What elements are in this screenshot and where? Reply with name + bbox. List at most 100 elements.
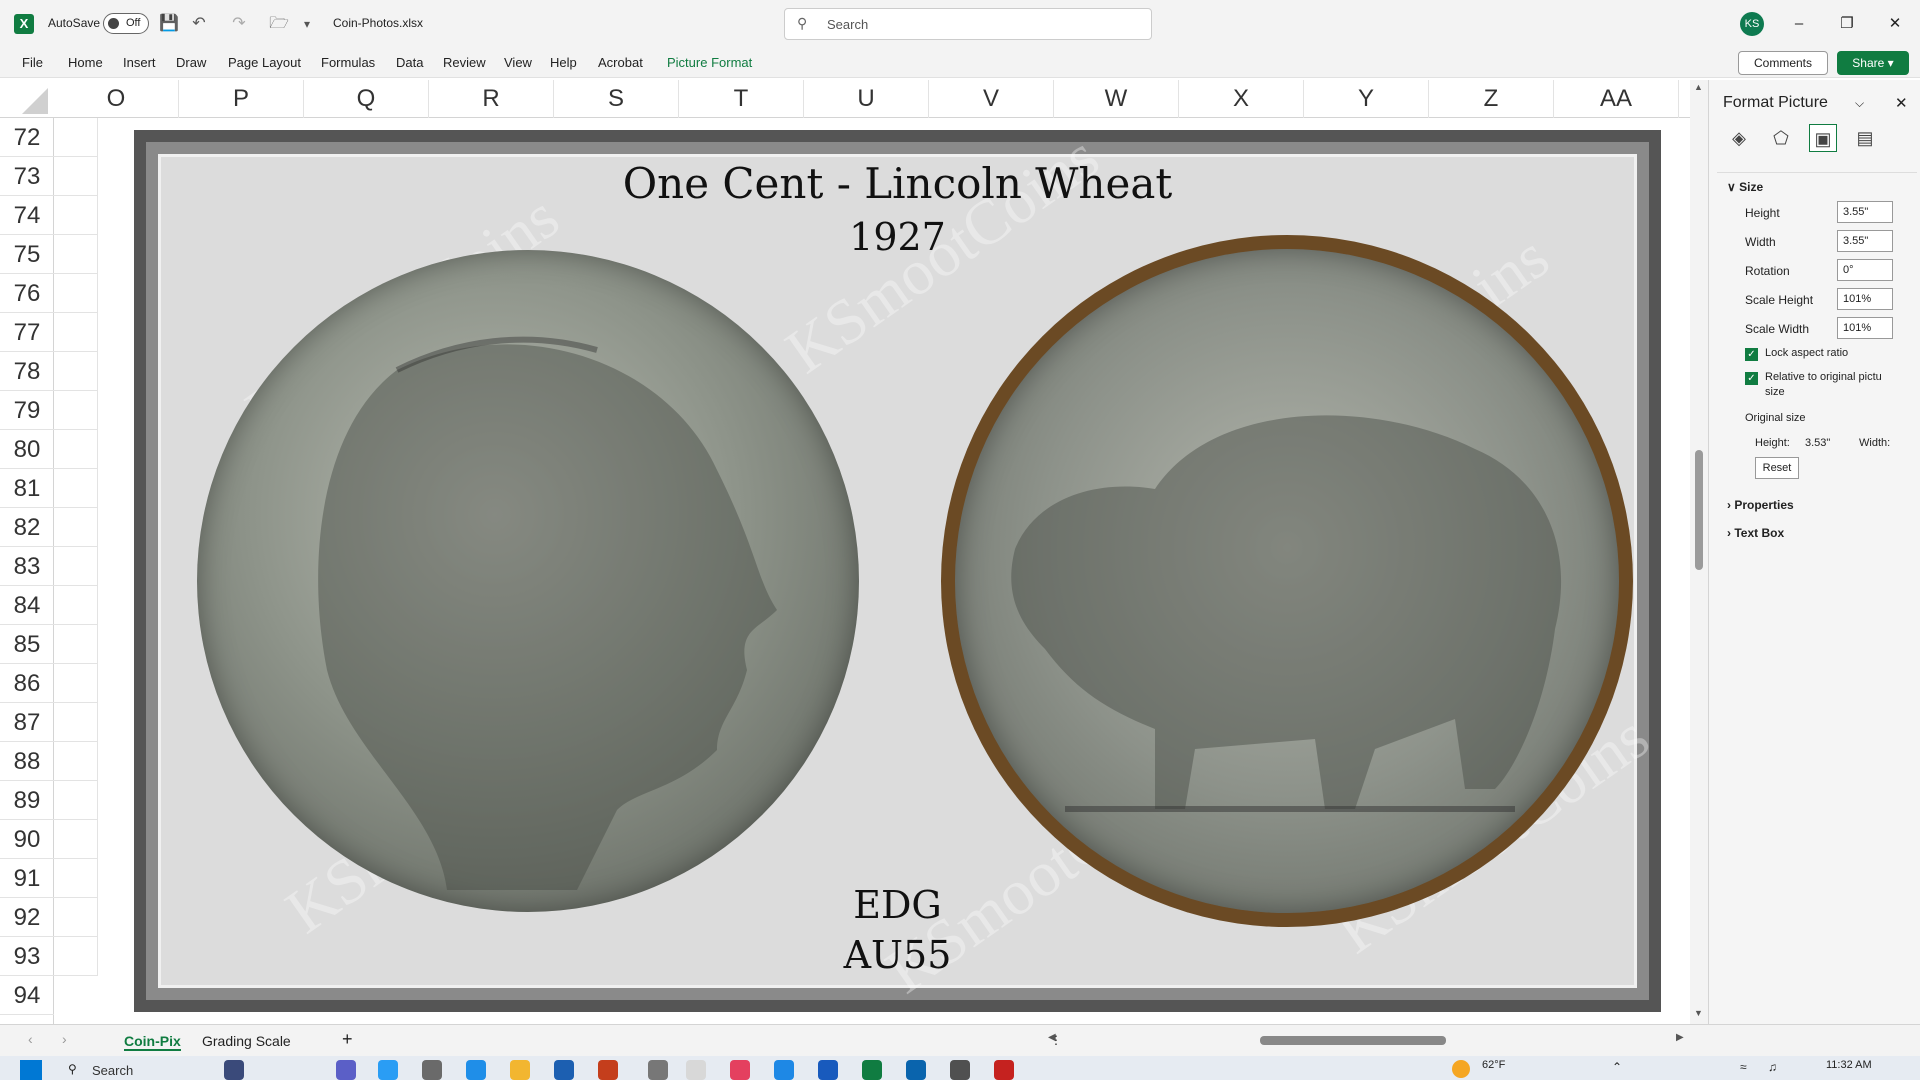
row-header[interactable]: 89 <box>0 781 54 820</box>
taskbar-search[interactable]: Search <box>92 1063 133 1078</box>
column-header[interactable]: Y <box>1304 80 1429 118</box>
customize-toolbar-icon[interactable]: ▾ <box>296 13 318 35</box>
minimize-icon[interactable]: – <box>1784 12 1814 36</box>
relative-size-checkbox[interactable]: ✓ <box>1745 372 1758 385</box>
restore-icon[interactable]: ❐ <box>1832 12 1862 36</box>
tab-page-layout[interactable]: Page Layout <box>228 55 301 70</box>
scale-height-field[interactable]: 101% <box>1837 288 1893 310</box>
row-header[interactable]: 91 <box>0 859 54 898</box>
column-header[interactable]: U <box>804 80 929 118</box>
volume-icon[interactable]: ♫ <box>1768 1060 1777 1074</box>
row-header[interactable]: 86 <box>0 664 54 703</box>
column-header[interactable]: S <box>554 80 679 118</box>
tab-review[interactable]: Review <box>443 55 486 70</box>
row-header[interactable]: 77 <box>0 313 54 352</box>
comments-button[interactable]: Comments <box>1738 51 1828 75</box>
row-header[interactable]: 84 <box>0 586 54 625</box>
width-field[interactable]: 3.55" <box>1837 230 1893 252</box>
edge-icon[interactable] <box>466 1060 486 1080</box>
grid-cell[interactable] <box>54 235 98 274</box>
select-all-corner[interactable] <box>22 88 48 114</box>
grid-cell[interactable] <box>54 820 98 859</box>
grid-cell[interactable] <box>54 118 98 157</box>
row-header[interactable]: 79 <box>0 391 54 430</box>
size-properties-icon[interactable]: ▣ <box>1809 124 1837 152</box>
scroll-thumb[interactable] <box>1695 450 1703 570</box>
tab-insert[interactable]: Insert <box>123 55 156 70</box>
sheet-tab-grading-scale[interactable]: Grading Scale <box>202 1033 291 1049</box>
outlook-icon[interactable] <box>906 1060 926 1080</box>
row-header[interactable]: 82 <box>0 508 54 547</box>
calendar-icon[interactable] <box>774 1060 794 1080</box>
row-header[interactable]: 83 <box>0 547 54 586</box>
tray-chevron-icon[interactable]: ⌃ <box>1612 1060 1622 1074</box>
close-pane-icon[interactable]: ✕ <box>1895 94 1908 112</box>
grid-cell[interactable] <box>54 391 98 430</box>
size-section-toggle[interactable]: ∨ Size <box>1727 180 1763 194</box>
grid-cell[interactable] <box>54 625 98 664</box>
search-icon[interactable]: ⚲ <box>68 1062 77 1076</box>
properties-section-toggle[interactable]: › Properties <box>1727 498 1794 512</box>
close-icon[interactable]: ✕ <box>1880 12 1910 36</box>
next-sheet-icon[interactable]: › <box>62 1031 67 1047</box>
scale-width-field[interactable]: 101% <box>1837 317 1893 339</box>
coin-picture[interactable]: KSmootCoins KSmootCoins KSmootCoins KSmo… <box>134 120 1661 1012</box>
column-header[interactable]: Q <box>304 80 429 118</box>
grid-cell[interactable] <box>54 430 98 469</box>
search-input[interactable]: ⚲ Search <box>784 8 1152 40</box>
tab-acrobat[interactable]: Acrobat <box>598 55 643 70</box>
row-header[interactable]: 78 <box>0 352 54 391</box>
column-header[interactable]: Z <box>1429 80 1554 118</box>
open-folder-icon[interactable]: 🗁 <box>268 13 290 35</box>
row-header[interactable]: 76 <box>0 274 54 313</box>
row-header[interactable]: 80 <box>0 430 54 469</box>
row-header[interactable]: 90 <box>0 820 54 859</box>
grid-cell[interactable] <box>54 898 98 937</box>
grid-cell[interactable] <box>54 352 98 391</box>
grid-cell[interactable] <box>54 469 98 508</box>
weather-icon[interactable] <box>1452 1060 1470 1078</box>
tab-file[interactable]: File <box>22 55 43 70</box>
row-header[interactable]: 87 <box>0 703 54 742</box>
column-header[interactable]: X <box>1179 80 1304 118</box>
autosave-toggle[interactable]: Off <box>103 13 149 34</box>
avatar[interactable]: KS <box>1740 12 1764 36</box>
row-header[interactable]: 81 <box>0 469 54 508</box>
add-sheet-icon[interactable]: + <box>342 1029 353 1050</box>
grid-cell[interactable] <box>54 274 98 313</box>
column-header[interactable]: P <box>179 80 304 118</box>
sheet-tab-coin-pix[interactable]: Coin-Pix <box>124 1033 181 1051</box>
word-icon[interactable] <box>818 1060 838 1080</box>
calculator-icon[interactable] <box>950 1060 970 1080</box>
tab-help[interactable]: Help <box>550 55 577 70</box>
column-header[interactable]: V <box>929 80 1054 118</box>
copilot-icon[interactable] <box>378 1060 398 1080</box>
tab-view[interactable]: View <box>504 55 532 70</box>
row-header[interactable]: 92 <box>0 898 54 937</box>
row-header[interactable]: 73 <box>0 157 54 196</box>
tab-formulas[interactable]: Formulas <box>321 55 375 70</box>
text-box-section-toggle[interactable]: › Text Box <box>1727 526 1784 540</box>
wifi-icon[interactable]: ≈ <box>1740 1060 1747 1074</box>
picture-icon[interactable]: ▤ <box>1851 124 1879 152</box>
rotation-field[interactable]: 0° <box>1837 259 1893 281</box>
row-header[interactable]: 72 <box>0 118 54 157</box>
column-header[interactable]: AA <box>1554 80 1679 118</box>
file-name[interactable]: Coin-Photos.xlsx <box>333 16 423 30</box>
row-header[interactable]: 74 <box>0 196 54 235</box>
settings-icon[interactable] <box>422 1060 442 1080</box>
vertical-scrollbar[interactable]: ▲ ▼ <box>1690 80 1708 1024</box>
share-button[interactable]: Share ▾ <box>1837 51 1909 75</box>
reset-button[interactable]: Reset <box>1755 457 1799 479</box>
teams-icon[interactable] <box>336 1060 356 1080</box>
widgets-icon[interactable] <box>224 1060 244 1080</box>
app-icon[interactable] <box>648 1060 668 1080</box>
grid-cell[interactable] <box>54 859 98 898</box>
prev-sheet-icon[interactable]: ‹ <box>28 1031 33 1047</box>
row-header[interactable]: 75 <box>0 235 54 274</box>
column-header[interactable]: R <box>429 80 554 118</box>
excel-icon[interactable] <box>862 1060 882 1080</box>
scroll-down-icon[interactable]: ▼ <box>1694 1008 1703 1018</box>
pane-options-icon[interactable]: ⌵ <box>1855 96 1864 111</box>
grid-cell[interactable] <box>54 937 98 976</box>
